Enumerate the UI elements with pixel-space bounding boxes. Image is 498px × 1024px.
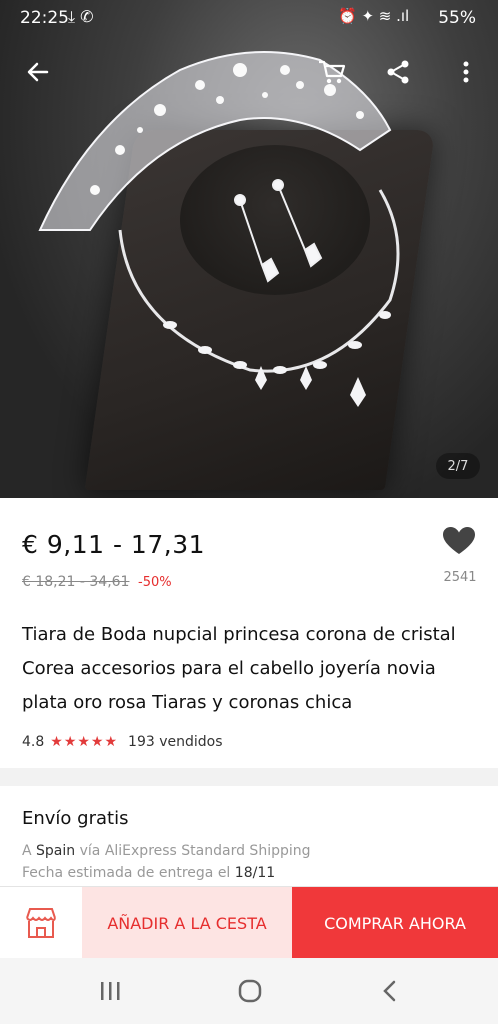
product-info-card: € 9,11 - 17,31 € 18,21 - 34,61 -50% 2541…	[0, 498, 498, 768]
cart-icon	[319, 60, 346, 84]
jewelry-illustration	[38, 51, 400, 407]
rating-row[interactable]: 4.8 ★★★★★ 193 vendidos	[22, 734, 223, 750]
back-button[interactable]	[18, 52, 58, 92]
status-battery: 55%	[438, 8, 476, 28]
delivery-estimate-label: Fecha estimada de entrega el	[22, 865, 231, 881]
product-price: € 9,11 - 17,31	[22, 530, 206, 559]
cart-button[interactable]	[312, 52, 352, 92]
star-rating-icon: ★★★★★	[50, 734, 119, 750]
share-icon	[387, 60, 409, 84]
delivery-date: 18/11	[234, 865, 276, 881]
home-icon	[238, 979, 262, 1003]
share-button[interactable]	[378, 52, 418, 92]
home-button[interactable]	[220, 970, 280, 1012]
sold-count: 193 vendidos	[128, 734, 223, 750]
discount-badge: -50%	[138, 575, 172, 590]
status-bar: 22:25 ⤓ ✆ ⏰ ✦ ≋ .ıl 55%	[0, 0, 498, 36]
more-options-button[interactable]	[446, 52, 486, 92]
shipping-route-prefix: A	[22, 843, 32, 859]
shipping-title: Envío gratis	[22, 808, 129, 829]
shipping-card[interactable]: Envío gratis A Spain vía AliExpress Stan…	[0, 786, 498, 886]
status-time: 22:25	[20, 8, 69, 28]
shipping-destination: Spain	[36, 843, 76, 859]
wishlist-count: 2541	[443, 570, 477, 585]
add-to-cart-button[interactable]: AÑADIR A LA CESTA	[82, 887, 292, 959]
shipping-method: vía AliExpress Standard Shipping	[79, 843, 311, 859]
back-arrow-icon	[27, 62, 49, 82]
original-price: € 18,21 - 34,61	[22, 574, 130, 590]
image-pager: 2/7	[436, 453, 480, 479]
status-notification-icons: ⤓ ✆	[68, 7, 94, 26]
recent-apps-icon	[101, 982, 120, 1000]
buy-now-button[interactable]: COMPRAR AHORA	[292, 887, 498, 959]
status-signal-icons: ⏰ ✦ ≋ .ıl	[338, 7, 410, 25]
product-image-gallery[interactable]: 22:25 ⤓ ✆ ⏰ ✦ ≋ .ıl 55% 2/7	[0, 0, 498, 498]
wishlist-button[interactable]	[442, 526, 482, 560]
store-icon	[26, 908, 56, 938]
bottom-action-bar: AÑADIR A LA CESTA COMPRAR AHORA	[0, 886, 498, 959]
chevron-left-icon	[383, 980, 396, 1002]
system-navigation-bar	[0, 958, 498, 1024]
more-vertical-icon	[463, 61, 469, 83]
shipping-route: A Spain vía AliExpress Standard Shipping	[22, 843, 311, 859]
product-title: Tiara de Boda nupcial princesa corona de…	[22, 624, 456, 713]
heart-icon	[443, 527, 475, 554]
store-button[interactable]	[0, 887, 82, 959]
system-back-button[interactable]	[360, 970, 420, 1012]
rating-value: 4.8	[22, 734, 45, 750]
delivery-estimate: Fecha estimada de entrega el 18/11	[22, 865, 275, 881]
recent-apps-button[interactable]	[80, 970, 140, 1012]
